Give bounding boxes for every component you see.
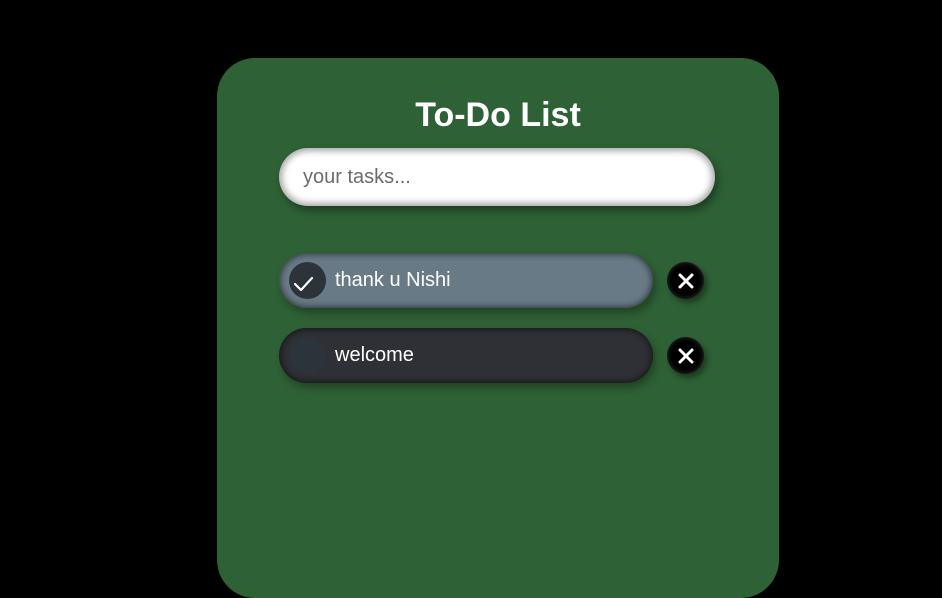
task-list: thank u Nishi welcome xyxy=(279,253,719,403)
checkmark-icon[interactable] xyxy=(289,337,326,374)
task-toggle[interactable]: thank u Nishi xyxy=(279,253,653,308)
task-item: welcome xyxy=(279,328,719,383)
delete-task-button[interactable] xyxy=(667,337,704,374)
page-title: To-Do List xyxy=(415,96,581,134)
todo-card: To-Do List thank u Nishi xyxy=(217,58,779,598)
close-icon xyxy=(678,348,693,363)
delete-task-button[interactable] xyxy=(667,262,704,299)
task-text: welcome xyxy=(335,344,414,366)
checkmark-icon[interactable] xyxy=(289,262,326,299)
task-input[interactable] xyxy=(279,148,715,206)
task-item: thank u Nishi xyxy=(279,253,719,308)
close-icon xyxy=(678,273,693,288)
task-toggle[interactable]: welcome xyxy=(279,328,653,383)
task-text: thank u Nishi xyxy=(335,269,451,291)
